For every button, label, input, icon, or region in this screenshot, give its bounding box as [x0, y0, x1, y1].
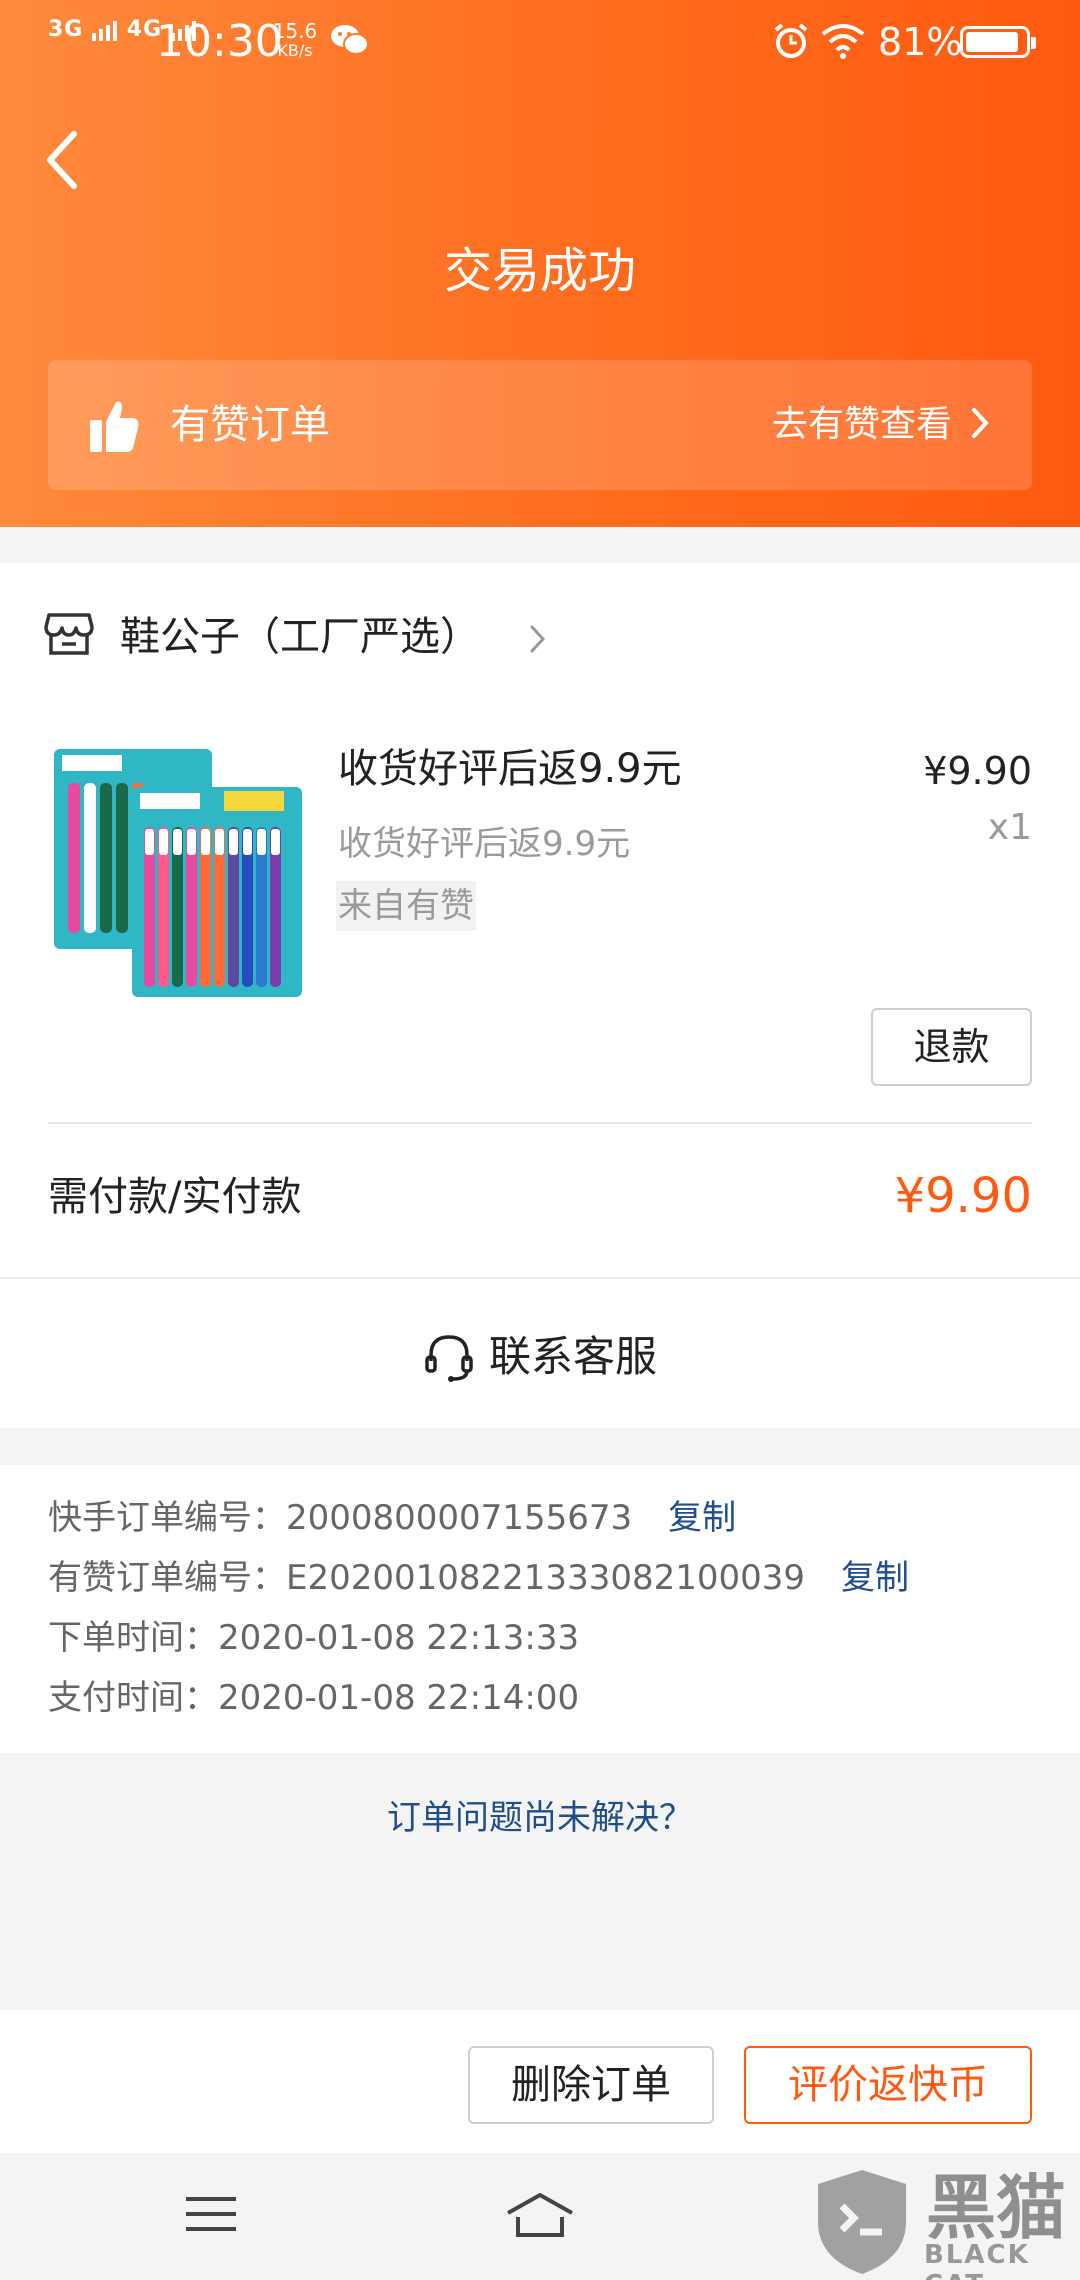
network-3g-label: 3G [48, 17, 84, 42]
action-bar: 删除订单 评价返快币 [0, 2010, 1080, 2153]
contact-support-button[interactable]: 联系客服 [0, 1307, 1080, 1407]
shop-chevron-right-icon[interactable] [528, 623, 548, 655]
divider [48, 1122, 1032, 1124]
page-title: 交易成功 [443, 243, 636, 299]
order-card: 鞋公子（工厂严选） 收货好评后返9.9元 收货好评后返9.9元 来自有赞 ¥9.… [0, 563, 1080, 1428]
headset-icon [425, 1335, 473, 1382]
back-arrow-icon[interactable] [36, 120, 96, 200]
watermark-text: 黑猫 [926, 2167, 1066, 2249]
clock: 10:30 [156, 16, 283, 67]
wifi-icon [821, 24, 865, 59]
youzan-order-label: 有赞订单 [170, 402, 330, 448]
kuaishou-order-number: 2000800007155673 [286, 1498, 633, 1538]
wechat-icon [331, 25, 369, 55]
status-bar: 3G 4G 10:30 15.6 KB/s 81% [0, 0, 1080, 84]
contact-support-label: 联系客服 [488, 1332, 657, 1381]
cat-shield-logo-icon [818, 2170, 906, 2274]
kuaishou-order-label: 快手订单编号： [48, 1498, 286, 1538]
youzan-order-label: 有赞订单编号： [48, 1558, 286, 1598]
net-speed-value: 15.6 [272, 19, 318, 43]
signal-icon [92, 21, 118, 41]
order-time-value: 2020-01-08 22:13:33 [218, 1618, 580, 1658]
header: 3G 4G 10:30 15.6 KB/s 81% 交易成功 有赞订单 去有赞查… [0, 0, 1080, 527]
alarm-icon [774, 23, 808, 58]
unresolved-issue-link[interactable]: 订单问题尚未解决？ [0, 1790, 1080, 1846]
store-icon [44, 613, 94, 655]
thumbs-up-icon [90, 401, 139, 452]
kuaishou-order-row: 快手订单编号：2000800007155673 复制 [48, 1493, 736, 1543]
pay-time-value: 2020-01-08 22:14:00 [218, 1678, 580, 1718]
net-speed: 15.6 KB/s [272, 20, 318, 60]
order-info-card: 快手订单编号：2000800007155673 复制 有赞订单编号：E202001… [0, 1465, 1080, 1753]
product-quantity: x1 [987, 807, 1032, 848]
pay-time-row: 支付时间：2020-01-08 22:14:00 [48, 1673, 579, 1723]
payment-amount: ¥9.90 [894, 1168, 1032, 1224]
menu-icon[interactable] [184, 2193, 238, 2235]
product-subtitle: 收货好评后返9.9元 [338, 824, 631, 864]
copy-youzan-order-link[interactable]: 复制 [841, 1558, 909, 1598]
order-time-row: 下单时间：2020-01-08 22:13:33 [48, 1613, 579, 1663]
refund-button[interactable]: 退款 [871, 1008, 1032, 1086]
delete-order-button[interactable]: 删除订单 [468, 2046, 714, 2124]
battery-percent: 81% [878, 20, 963, 64]
net-speed-unit: KB/s [277, 41, 313, 60]
battery-icon [960, 26, 1036, 58]
youzan-order-row: 有赞订单编号：E20200108221333082100039 复制 [48, 1553, 909, 1603]
home-icon[interactable] [504, 2191, 576, 2239]
view-in-youzan-link[interactable]: 去有赞查看 [772, 398, 952, 452]
payment-label: 需付款/实付款 [48, 1174, 302, 1220]
product-image[interactable] [48, 743, 308, 1003]
watermark: 黑猫 BLACK CAT [806, 2160, 1080, 2280]
review-button[interactable]: 评价返快币 [744, 2046, 1032, 2124]
youzan-order-number: E20200108221333082100039 [286, 1558, 806, 1598]
pay-time-label: 支付时间： [48, 1678, 218, 1718]
chevron-right-icon [972, 408, 989, 438]
product-title[interactable]: 收货好评后返9.9元 [338, 739, 682, 799]
source-tag: 来自有赞 [336, 881, 476, 931]
order-time-label: 下单时间： [48, 1618, 218, 1658]
youzan-order-banner[interactable]: 有赞订单 去有赞查看 [48, 360, 1032, 490]
watermark-subtext: BLACK CAT [924, 2240, 1030, 2280]
divider [0, 1277, 1080, 1279]
shop-name[interactable]: 鞋公子（工厂严选） [120, 607, 480, 667]
product-price: ¥9.90 [923, 749, 1032, 793]
copy-kuaishou-order-link[interactable]: 复制 [668, 1498, 736, 1538]
